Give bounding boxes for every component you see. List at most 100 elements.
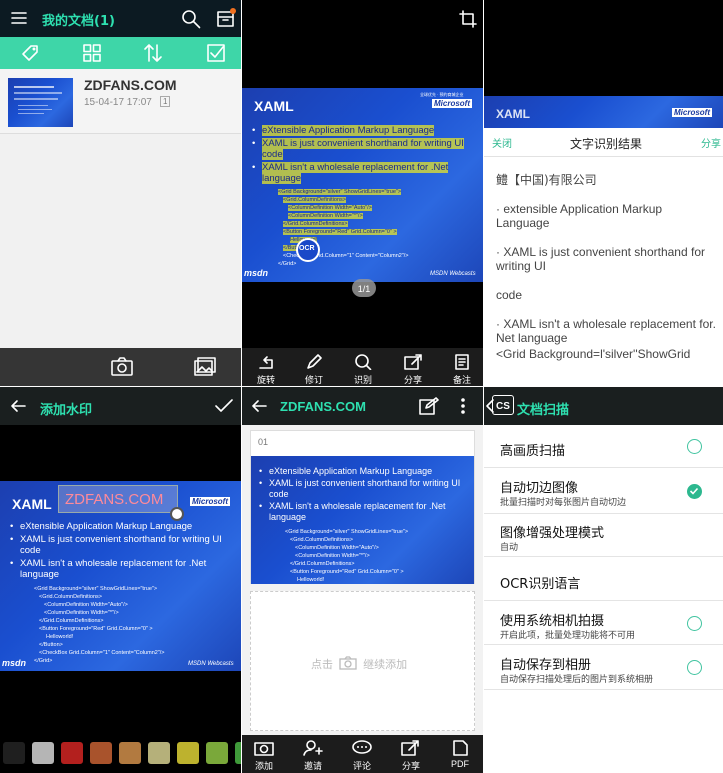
slide-code-line: </Grid.ColumnDefinitions>	[290, 561, 355, 567]
setting-save-to-album[interactable]: 自动保存到相册 自动保存扫描处理后的图片到系统相册	[484, 645, 723, 690]
slide-bullet: eXtensible Application Markup Language	[259, 466, 471, 477]
sort-icon[interactable]	[143, 43, 163, 63]
edit-icon[interactable]	[419, 397, 439, 415]
back-arrow-icon[interactable]	[10, 399, 26, 413]
doc-date: 15-04-17 17:07	[84, 97, 152, 108]
page-title: 添加水印	[40, 403, 93, 418]
comment-button[interactable]: 评论	[347, 740, 377, 772]
color-swatch[interactable]	[3, 742, 25, 764]
slide-code-line: <Grid Background="silver" ShowGridLines=…	[34, 586, 158, 592]
bottom-bar	[0, 348, 241, 387]
setting-enhance-mode[interactable]: 图像增强处理模式 自动	[484, 514, 723, 557]
slide-title: XAML	[496, 107, 530, 121]
close-button[interactable]: 关闭	[492, 135, 512, 150]
setting-ocr-language[interactable]: OCR识别语言	[484, 557, 723, 601]
slide-bullet: XAML is just convenient shorthand for wr…	[10, 534, 235, 556]
slide-code-line: <CheckBox Grid.Column="1" Content="Colum…	[39, 650, 165, 656]
crop-icon[interactable]	[459, 10, 477, 28]
setting-auto-crop[interactable]: 自动切边图像 批量扫描时对每张图片自动切边	[484, 468, 723, 514]
check-icon[interactable]	[215, 399, 233, 413]
camera-icon	[254, 742, 274, 756]
inbox-icon[interactable]	[216, 8, 236, 28]
pdf-button[interactable]: PDF	[445, 740, 475, 769]
add-hint-after: 继续添加	[363, 658, 408, 671]
menu-icon[interactable]	[11, 11, 27, 25]
panel-divider	[0, 386, 723, 387]
ocr-button[interactable]: 识别	[348, 354, 378, 386]
camera-icon	[339, 656, 357, 670]
watermark-resize-handle[interactable]	[170, 507, 184, 521]
comment-icon	[352, 740, 372, 754]
camera-icon[interactable]	[111, 357, 133, 377]
slide-code-line: <Grid Background="silver" ShowGridLines=…	[285, 529, 409, 535]
ocr-line: <Grid Background=l'silver''ShowGrid	[496, 347, 691, 361]
share-button[interactable]: 分享	[398, 354, 428, 386]
slide-code-line: <Button Foreground="Red" Grid.Column="0"…	[283, 229, 397, 235]
color-swatch[interactable]	[90, 742, 112, 764]
back-arrow-icon[interactable]	[251, 399, 267, 413]
color-swatch[interactable]	[32, 742, 54, 764]
top-bar: 添加水印	[0, 387, 241, 425]
slide-code-line: <ColumnDefinition Width="Auto"/>	[295, 545, 379, 551]
divider	[484, 156, 723, 157]
share-button[interactable]: 分享	[396, 740, 426, 772]
more-icon[interactable]	[460, 397, 466, 415]
microsoft-logo: Microsoft	[672, 108, 712, 117]
ocr-icon	[355, 354, 372, 370]
color-swatch[interactable]	[61, 742, 83, 764]
setting-radio[interactable]	[687, 616, 702, 631]
doc-thumbnail	[8, 78, 73, 127]
editor-toolbar: 添加 邀请 评论 分享 PDF	[241, 735, 484, 773]
page-card[interactable]: 01 eXtensible Application Markup Languag…	[250, 430, 475, 584]
gallery-icon[interactable]	[194, 357, 216, 377]
add-button[interactable]: 添加	[249, 740, 279, 772]
watermark-box[interactable]: ZDFANS.COM	[58, 485, 178, 513]
revise-button[interactable]: 修订	[299, 354, 329, 386]
page-title: 我的文档(1)	[42, 14, 115, 29]
watermark-text: ZDFANS.COM	[65, 491, 164, 508]
color-swatch[interactable]	[119, 742, 141, 764]
color-palette	[0, 739, 241, 769]
viewer-toolbar: 旋转 修订 识别 分享 备注	[241, 348, 484, 387]
setting-radio[interactable]	[687, 439, 702, 454]
slide-code-line: <Button Foreground="Red" Grid.Column="0"…	[39, 626, 153, 632]
panel-viewer: XAML 全球优先 · 预约商城企业 Microsoft eXtensible …	[241, 0, 484, 387]
microsoft-logo: Microsoft	[432, 99, 472, 108]
grid-icon[interactable]	[83, 44, 101, 62]
color-swatch[interactable]	[206, 742, 228, 764]
setting-hq-scan[interactable]: 高画质扫描	[484, 425, 723, 468]
app-logo: CS	[492, 395, 514, 415]
add-page-placeholder[interactable]: 点击 继续添加	[250, 591, 475, 731]
ocr-line: · XAML is just convenient shorthand for …	[496, 245, 705, 273]
setting-radio[interactable]	[687, 660, 702, 675]
slide-code-line: <ColumnDefinition Width="*"/>	[288, 213, 363, 219]
doc-list-item[interactable]: ZDFANS.COM 15-04-17 17:07 1	[0, 69, 241, 134]
slide-bullet: XAML isn't a wholesale replacement for .…	[262, 162, 449, 184]
top-bar: ZDFANS.COM	[241, 387, 484, 425]
slide-bullet: eXtensible Application Markup Language	[10, 521, 235, 532]
search-icon[interactable]	[181, 9, 201, 29]
slide-tagline: 全球优先 · 预约商城企业	[420, 92, 464, 97]
top-bar: 我的文档(1)	[0, 0, 241, 37]
color-swatch[interactable]	[177, 742, 199, 764]
rotate-icon	[259, 356, 273, 369]
share-button[interactable]: 分享	[701, 135, 721, 150]
panel-ocr-result: XAML Microsoft 关闭 文字识别结果 分享 鳢【中国)有限公司 · …	[484, 0, 723, 387]
color-swatch[interactable]	[148, 742, 170, 764]
tag-icon[interactable]	[20, 43, 40, 63]
page-slide: eXtensible Application Markup Language X…	[251, 456, 474, 584]
setting-system-camera[interactable]: 使用系统相机拍摄 开启此项，批量处理功能将不可用	[484, 601, 723, 645]
setting-radio-checked[interactable]	[687, 484, 702, 499]
rotate-button[interactable]: 旋转	[251, 354, 281, 386]
ocr-dialog: 关闭 文字识别结果 分享 鳢【中国)有限公司 · extensible Appl…	[484, 128, 723, 387]
ocr-line: 鳢【中国)有限公司	[496, 173, 597, 187]
page-title: 文档扫描	[517, 403, 570, 418]
slide-code-line: </Grid>	[278, 261, 297, 267]
top-bar: CS 文档扫描	[484, 387, 723, 425]
slide-code-line: <Grid.ColumnDefinitions>	[39, 594, 102, 600]
slide-code-line: </Grid.ColumnDefinitions>	[39, 618, 104, 624]
invite-button[interactable]: 邀请	[298, 740, 328, 772]
note-button[interactable]: 备注	[447, 354, 477, 386]
select-icon[interactable]	[206, 43, 226, 63]
action-bar	[0, 37, 241, 69]
